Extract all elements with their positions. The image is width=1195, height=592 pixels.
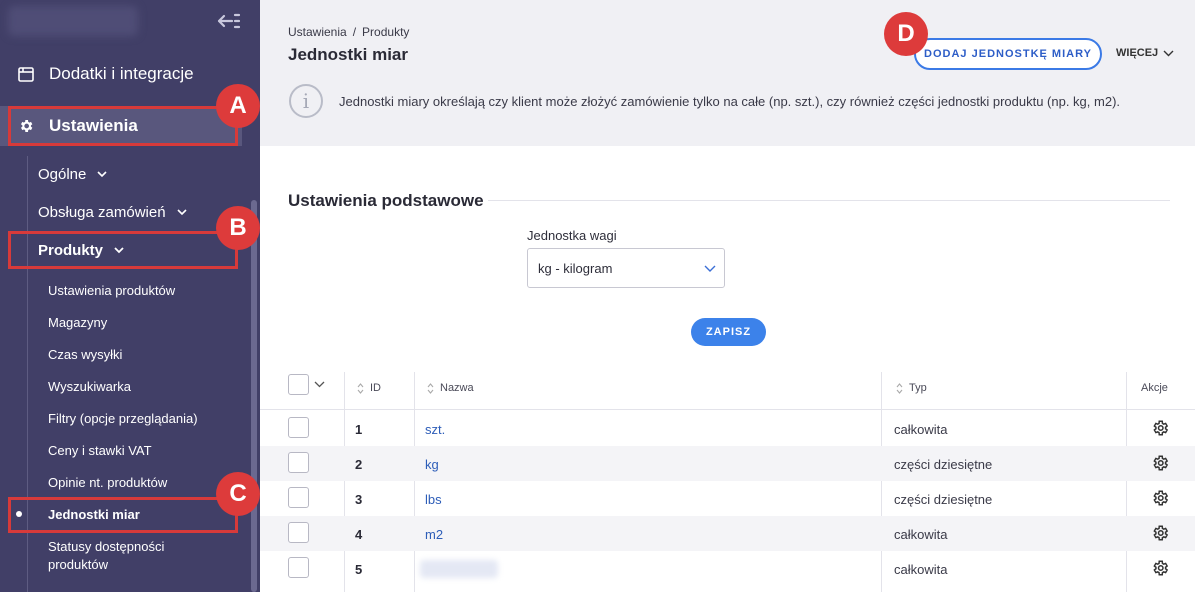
table-row: 4 m2 całkowita <box>260 516 1195 551</box>
calendar-icon <box>18 66 34 82</box>
breadcrumb-products[interactable]: Produkty <box>362 25 409 39</box>
table-row: 2 kg części dziesiętne <box>260 446 1195 481</box>
sidebar-link-units[interactable]: Jednostki miar <box>48 506 140 524</box>
select-all-checkbox[interactable] <box>288 374 309 395</box>
annotation-badge-d: D <box>884 12 928 56</box>
gear-icon[interactable] <box>1151 489 1169 507</box>
column-header-name[interactable]: Nazwa <box>427 382 474 394</box>
gear-icon[interactable] <box>1151 454 1169 472</box>
annotation-badge-b: B <box>216 206 260 250</box>
row-checkbox[interactable] <box>288 522 309 543</box>
weight-unit-value: kg - kilogram <box>538 260 613 276</box>
sidebar-link-search[interactable]: Wyszukiwarka <box>48 378 131 396</box>
sidebar-link-product-settings[interactable]: Ustawienia produktów <box>48 282 175 300</box>
cell-id: 2 <box>355 457 363 472</box>
table-row: 3 lbs części dziesiętne <box>260 481 1195 516</box>
cell-name-link[interactable]: m2 <box>425 527 443 542</box>
sidebar-link-availability-statuses[interactable]: Statusy dostępności produktów <box>48 538 198 574</box>
page-title: Jednostki miar <box>288 45 408 64</box>
chevron-down-icon <box>97 171 107 178</box>
chevron-down-icon <box>1163 50 1174 57</box>
sidebar-scrollbar[interactable] <box>251 200 257 592</box>
chevron-down-icon <box>177 209 187 216</box>
column-header-id[interactable]: ID <box>357 382 381 394</box>
cell-name-link[interactable]: lbs <box>425 492 442 507</box>
tree-line <box>27 156 28 592</box>
sidebar-item-products[interactable]: Produkty <box>38 237 125 263</box>
section-divider <box>488 200 1170 201</box>
active-dot <box>16 511 22 517</box>
chevron-down-icon <box>114 247 124 254</box>
sidebar-item-label: Ogólne <box>38 165 87 183</box>
sidebar-item-label: Produkty <box>38 241 104 259</box>
table-row: 5 całkowita <box>260 551 1195 586</box>
more-label: WIĘCEJ <box>1116 47 1159 59</box>
sidebar-item-label: Obsługa zamówień <box>38 203 166 221</box>
column-label: Nazwa <box>440 382 474 394</box>
row-checkbox[interactable] <box>288 487 309 508</box>
sidebar-item-label: Dodatki i integracje <box>49 64 194 83</box>
sidebar-item-orders[interactable]: Obsługa zamówień <box>38 199 188 225</box>
cell-name-link[interactable]: szt. <box>425 422 445 437</box>
chevron-down-icon <box>704 265 716 272</box>
collapse-sidebar-icon[interactable] <box>217 10 241 32</box>
weight-unit-label: Jednostka wagi <box>527 228 617 243</box>
column-header-type[interactable]: Typ <box>896 382 927 394</box>
gear-icon[interactable] <box>1151 419 1169 437</box>
row-checkbox[interactable] <box>288 417 309 438</box>
chevron-down-icon[interactable] <box>314 380 325 388</box>
info-text: Jednostki miary określają czy klient moż… <box>339 94 1121 109</box>
table-row: 1 szt. całkowita <box>260 411 1195 446</box>
column-label: ID <box>370 382 381 394</box>
sidebar-item-general[interactable]: Ogólne <box>38 161 108 187</box>
add-unit-button[interactable]: DODAJ JEDNOSTKĘ MIARY <box>914 38 1102 70</box>
section-title: Ustawienia podstawowe <box>288 191 484 210</box>
store-logo <box>8 6 138 36</box>
row-checkbox[interactable] <box>288 557 309 578</box>
cell-id: 4 <box>355 527 363 542</box>
cell-type: całkowita <box>894 422 948 437</box>
cell-name-blurred[interactable] <box>420 560 498 578</box>
cell-type: części dziesiętne <box>894 492 993 507</box>
column-header-actions: Akcje <box>1141 382 1168 394</box>
gear-icon <box>21 120 33 132</box>
sidebar-item-label: Ustawienia <box>49 116 138 135</box>
sort-icon <box>357 382 364 394</box>
gear-icon[interactable] <box>1151 559 1169 577</box>
annotation-badge-a: A <box>216 84 260 128</box>
annotation-badge-c: C <box>216 472 260 516</box>
sidebar-link-filters[interactable]: Filtry (opcje przeglądania) <box>48 410 198 428</box>
info-icon: i <box>289 84 323 118</box>
sidebar-link-shipping-time[interactable]: Czas wysyłki <box>48 346 122 364</box>
save-button[interactable]: ZAPISZ <box>691 318 766 346</box>
column-label: Typ <box>909 382 927 394</box>
cell-id: 3 <box>355 492 363 507</box>
gear-icon[interactable] <box>1151 524 1169 542</box>
row-checkbox[interactable] <box>288 452 309 473</box>
page-header <box>260 0 1195 146</box>
cell-type: całkowita <box>894 562 948 577</box>
sidebar-link-product-reviews[interactable]: Opinie nt. produktów <box>48 474 167 492</box>
breadcrumb-settings[interactable]: Ustawienia <box>288 25 347 39</box>
sidebar-link-prices-vat[interactable]: Ceny i stawki VAT <box>48 442 152 460</box>
sidebar-item-addons[interactable]: Dodatki i integracje <box>18 58 194 90</box>
sidebar-link-warehouses[interactable]: Magazyny <box>48 314 107 332</box>
cell-id: 5 <box>355 562 363 577</box>
more-menu-button[interactable]: WIĘCEJ <box>1116 47 1174 59</box>
breadcrumb: Ustawienia / Produkty <box>288 25 409 39</box>
column-label: Akcje <box>1141 382 1168 394</box>
cell-name-link[interactable]: kg <box>425 457 439 472</box>
cell-id: 1 <box>355 422 363 437</box>
breadcrumb-separator: / <box>352 25 357 39</box>
sort-icon <box>427 382 434 394</box>
weight-unit-select[interactable]: kg - kilogram <box>527 248 725 288</box>
sidebar-item-settings[interactable]: Ustawienia <box>18 106 138 146</box>
cell-type: całkowita <box>894 527 948 542</box>
sort-icon <box>896 382 903 394</box>
cell-type: części dziesiętne <box>894 457 993 472</box>
table-header: ID Nazwa Typ Akcje <box>260 372 1195 410</box>
